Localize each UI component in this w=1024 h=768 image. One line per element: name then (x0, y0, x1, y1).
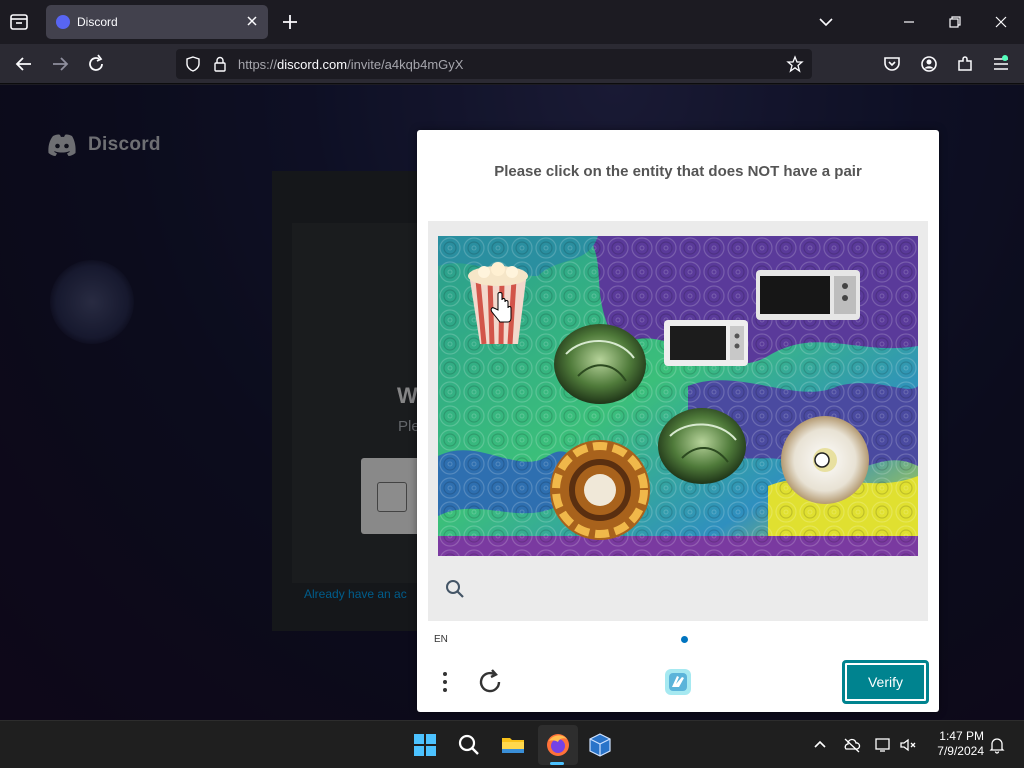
network-icon[interactable] (873, 735, 893, 755)
shield-icon[interactable] (184, 55, 202, 73)
system-clock[interactable]: 1:47 PM 7/9/2024 (924, 729, 984, 759)
cabbage-object (658, 408, 746, 484)
zoom-icon[interactable] (444, 578, 466, 600)
minimize-icon[interactable] (899, 12, 919, 32)
tab-list-icon[interactable] (8, 11, 30, 33)
hcaptcha-challenge: Please click on the entity that does NOT… (417, 130, 939, 712)
lock-icon[interactable] (211, 55, 229, 73)
challenge-prompt: Please click on the entity that does NOT… (494, 163, 862, 180)
virtualbox-icon[interactable] (586, 731, 614, 759)
onedrive-offline-icon[interactable] (842, 735, 862, 755)
login-link[interactable]: Already have an ac (304, 587, 418, 601)
pocket-icon[interactable] (881, 53, 903, 75)
bookmark-star-icon[interactable] (786, 55, 804, 73)
active-app-indicator (550, 762, 564, 765)
close-tab-icon[interactable] (244, 13, 260, 29)
chevron-up-icon[interactable] (810, 735, 830, 755)
challenge-image[interactable] (438, 236, 918, 556)
search-icon[interactable] (455, 731, 483, 759)
more-options-icon[interactable] (435, 668, 455, 696)
tab-bar: Discord (0, 0, 1024, 44)
donut-object (550, 440, 650, 540)
back-arrow-icon[interactable] (13, 53, 35, 75)
url-bar[interactable]: https://discord.com/invite/a4kqb4mGyX (176, 49, 812, 79)
taskbar: 1:47 PM 7/9/2024 (0, 720, 1024, 768)
challenge-area (428, 221, 928, 621)
extensions-icon[interactable] (954, 53, 976, 75)
discord-logo-icon (48, 134, 76, 156)
discord-brand-text: Discord (88, 134, 161, 155)
microwave-object (756, 270, 860, 320)
app-menu-icon[interactable] (990, 53, 1012, 75)
challenge-progress-dot (681, 636, 688, 643)
clock-date: 7/9/2024 (937, 744, 984, 758)
refresh-challenge-icon[interactable] (475, 667, 505, 697)
account-icon[interactable] (918, 53, 940, 75)
invite-card-inner (292, 223, 432, 583)
browser-tab[interactable]: Discord (46, 5, 268, 39)
volume-muted-icon[interactable] (898, 735, 918, 755)
microwave-object (664, 320, 748, 366)
nav-bar: https://discord.com/invite/a4kqb4mGyX (0, 44, 1024, 84)
tab-title: Discord (77, 15, 118, 29)
close-window-icon[interactable] (991, 12, 1011, 32)
discord-favicon-icon (56, 15, 70, 29)
invite-heading: W (397, 383, 418, 408)
new-tab-icon[interactable] (280, 12, 300, 32)
reload-icon[interactable] (85, 53, 107, 75)
verify-button[interactable]: Verify (842, 660, 929, 704)
hcaptcha-logo-icon[interactable] (661, 665, 695, 699)
notification-bell-icon[interactable] (987, 735, 1007, 755)
url-text[interactable]: https://discord.com/invite/a4kqb4mGyX (238, 57, 463, 72)
start-windows-icon[interactable] (411, 731, 439, 759)
donut-object (781, 416, 869, 504)
restore-icon[interactable] (945, 12, 965, 32)
chevron-down-icon[interactable] (816, 12, 836, 32)
clock-time: 1:47 PM (939, 729, 984, 743)
language-selector[interactable]: EN (434, 634, 448, 645)
forward-arrow-icon[interactable] (49, 53, 71, 75)
captcha-checkbox[interactable] (377, 482, 407, 512)
file-explorer-icon[interactable] (499, 731, 527, 759)
cabbage-object (554, 324, 646, 404)
background-planet (50, 260, 134, 344)
invite-card (272, 171, 432, 631)
firefox-icon[interactable] (544, 731, 572, 759)
